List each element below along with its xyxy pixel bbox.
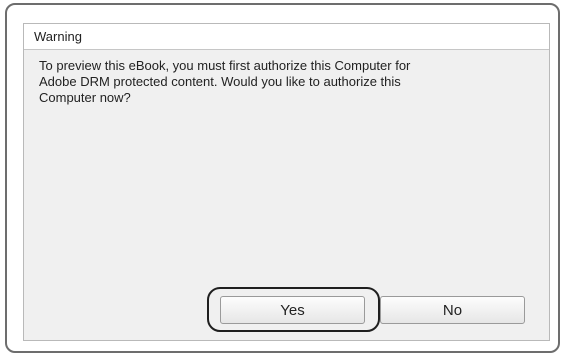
yes-button[interactable]: Yes <box>220 296 365 324</box>
dialog-titlebar: Warning <box>24 24 549 50</box>
dialog-title: Warning <box>34 29 82 44</box>
no-button[interactable]: No <box>380 296 525 324</box>
dialog-message: To preview this eBook, you must first au… <box>39 58 411 105</box>
